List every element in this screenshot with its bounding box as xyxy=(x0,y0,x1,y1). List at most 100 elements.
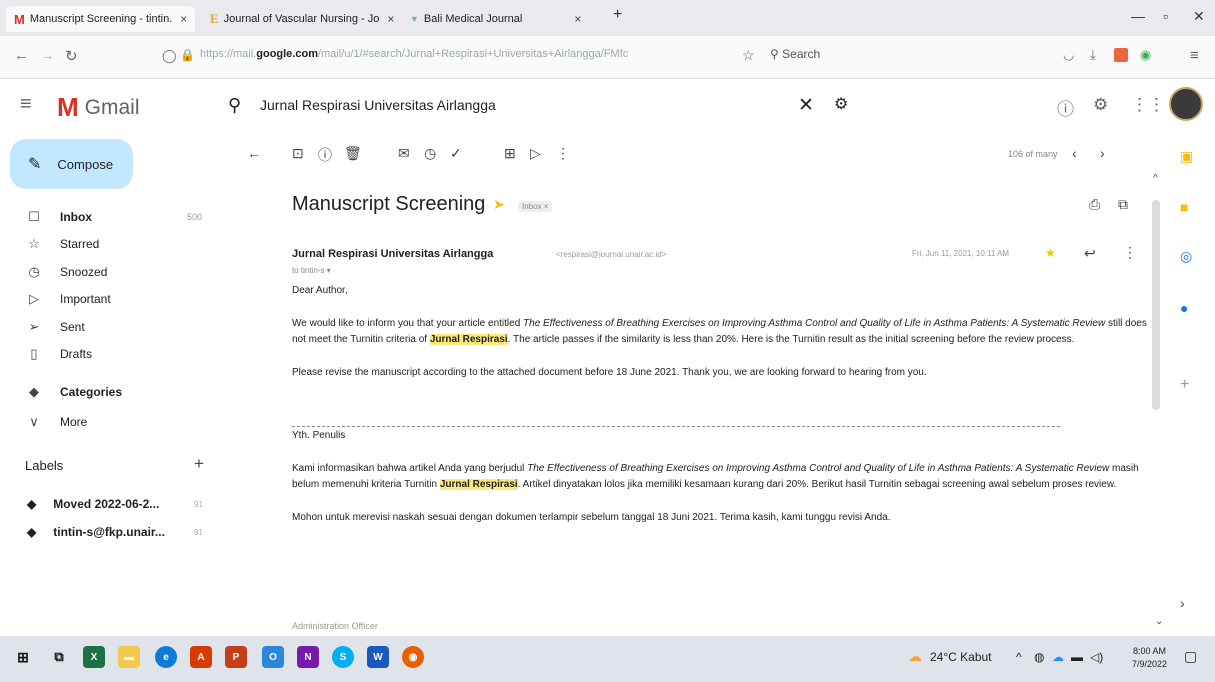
calendar-icon[interactable]: ▣ xyxy=(1180,148,1193,165)
mark-unread-icon[interactable]: ✉ xyxy=(398,145,410,162)
reply-icon[interactable]: ↩ xyxy=(1084,245,1096,262)
more-options-icon[interactable]: ⋮ xyxy=(556,145,570,162)
apps-grid-icon[interactable]: ⋮⋮ xyxy=(1131,95,1165,115)
sender-name[interactable]: Jurnal Respirasi Universitas Airlangga xyxy=(292,248,493,260)
inbox-label-chip[interactable]: Inbox × xyxy=(518,201,553,212)
back-icon[interactable]: ← xyxy=(14,47,29,64)
close-tab-icon[interactable]: × xyxy=(180,12,187,26)
move-to-icon[interactable]: ⊞ xyxy=(504,145,516,162)
star-icon[interactable]: ★ xyxy=(1045,246,1056,260)
sidebar-item-starred[interactable]: ☆ Starred xyxy=(0,232,215,255)
newer-icon[interactable]: ‹ xyxy=(1072,145,1077,161)
message-more-icon[interactable]: ⋮ xyxy=(1123,244,1137,261)
scroll-up-icon[interactable]: ^ xyxy=(1153,173,1158,184)
recipient-line[interactable]: to tintin-s ▾ xyxy=(292,266,331,275)
print-icon[interactable]: ⎙ xyxy=(1089,196,1100,213)
label-item[interactable]: ◆ Moved 2022-06-2... 91 xyxy=(0,494,203,514)
download-icon[interactable]: ⤓ xyxy=(1090,47,1096,63)
clear-search-icon[interactable]: ✕ xyxy=(798,94,814,117)
keep-icon[interactable]: ■ xyxy=(1180,199,1188,215)
word-icon[interactable]: W xyxy=(367,646,389,668)
restore-icon[interactable]: ▫ xyxy=(1163,8,1168,24)
notifications-icon[interactable]: ▢ xyxy=(1184,648,1197,665)
label-tag-icon[interactable]: ▷ xyxy=(530,145,541,162)
sidebar-item-categories[interactable]: ◆ Categories xyxy=(0,380,215,403)
archive-icon[interactable]: ⊡ xyxy=(292,145,304,162)
extension-green-icon[interactable]: ◉ xyxy=(1140,47,1151,63)
powerpoint-icon[interactable]: P xyxy=(225,646,247,668)
app-menu-icon[interactable]: ≡ xyxy=(1190,47,1199,64)
close-tab-icon[interactable]: × xyxy=(574,12,581,26)
browser-search-box[interactable]: ⚲ Search xyxy=(770,47,820,61)
tab-manuscript-screening[interactable]: M Manuscript Screening - tintin. × xyxy=(6,6,196,32)
search-options-icon[interactable]: ⚙ xyxy=(834,94,848,114)
contacts-icon[interactable]: ● xyxy=(1180,300,1188,316)
important-marker-icon[interactable]: ➤ xyxy=(493,196,505,213)
tray-expand-icon[interactable]: ^ xyxy=(1016,650,1022,664)
label-icon: ◆ xyxy=(29,383,39,399)
tray-app-icon[interactable]: ◍ xyxy=(1034,650,1044,664)
scrollbar[interactable] xyxy=(1152,200,1160,410)
weather-text[interactable]: 24°C Kabut xyxy=(930,650,992,664)
avatar[interactable] xyxy=(1169,87,1203,121)
tasks-icon[interactable]: ◎ xyxy=(1180,248,1192,265)
gear-icon[interactable]: ⚙ xyxy=(1093,95,1108,115)
tab-bali-medical-journal[interactable]: ▼ Bali Medical Journal × xyxy=(410,6,595,32)
volume-icon[interactable]: ◁) xyxy=(1090,650,1103,664)
network-icon[interactable]: ▬ xyxy=(1071,650,1083,664)
sidebar-item-sent[interactable]: ➢ Sent xyxy=(0,315,215,338)
main-menu-icon[interactable]: ≡ xyxy=(20,93,32,116)
star-icon: ☆ xyxy=(28,235,40,251)
minimize-icon[interactable]: — xyxy=(1131,8,1145,24)
search-icon[interactable]: ⚲ xyxy=(228,95,241,116)
report-spam-icon[interactable]: ⓘ xyxy=(318,145,332,165)
sidebar-item-more[interactable]: ∨ More xyxy=(0,410,215,433)
help-icon[interactable]: ⓘ xyxy=(1057,95,1074,120)
mail-search-input[interactable]: Jurnal Respirasi Universitas Airlangga xyxy=(260,97,496,113)
windows-start-icon[interactable]: ⊞ xyxy=(12,646,34,668)
pocket-icon[interactable]: ◡ xyxy=(1063,47,1074,63)
sidebar-item-important[interactable]: ▷ Important xyxy=(0,287,215,310)
close-tab-icon[interactable]: × xyxy=(387,12,394,26)
tab-journal-vascular-nursing[interactable]: E Journal of Vascular Nursing - Jo × xyxy=(210,6,394,32)
weather-icon[interactable]: ☁ xyxy=(908,648,922,665)
task-view-icon[interactable]: ⧉ xyxy=(48,646,70,668)
file-explorer-icon[interactable]: ▬ xyxy=(118,646,140,668)
address-bar[interactable]: https://mail.google.com/mail/u/1/#search… xyxy=(200,48,740,60)
delete-icon[interactable]: 🗑 xyxy=(344,145,362,162)
scroll-down-icon[interactable]: ⌄ xyxy=(1155,616,1163,627)
sidebar-item-drafts[interactable]: ▯ Drafts xyxy=(0,342,215,365)
greeting-en: Dear Author, xyxy=(292,285,348,296)
add-task-icon[interactable]: ✓ xyxy=(450,145,462,162)
add-addon-icon[interactable]: + xyxy=(1180,376,1189,394)
close-window-icon[interactable]: ✕ xyxy=(1193,8,1205,25)
expand-panel-icon[interactable]: › xyxy=(1180,595,1185,611)
system-clock[interactable]: 8:00 AM 7/9/2022 xyxy=(1132,645,1167,671)
open-new-window-icon[interactable]: ⧉ xyxy=(1118,196,1128,213)
label-item[interactable]: ◆ tintin-s@fkp.unair... 91 xyxy=(0,522,203,542)
journal-highlight: Jurnal Respirasi xyxy=(429,334,508,345)
onenote-icon[interactable]: N xyxy=(297,646,319,668)
new-tab-button[interactable]: + xyxy=(613,6,622,24)
edge-icon[interactable]: e xyxy=(155,646,177,668)
reload-icon[interactable]: ↻ xyxy=(65,47,78,65)
outlook-icon[interactable]: O xyxy=(262,646,284,668)
firefox-icon[interactable]: ◉ xyxy=(402,646,424,668)
bookmark-star-icon[interactable]: ☆ xyxy=(742,47,755,64)
sidebar-item-inbox[interactable]: ☐ Inbox 500 xyxy=(0,205,215,228)
forward-icon[interactable]: → xyxy=(40,47,55,64)
sidebar-item-snoozed[interactable]: ◷ Snoozed xyxy=(0,260,215,283)
compose-button[interactable]: ✎ Compose xyxy=(10,139,133,189)
snooze-icon[interactable]: ◷ xyxy=(424,145,436,162)
onedrive-icon[interactable]: ☁ xyxy=(1052,650,1064,664)
sidebar-item-label: Drafts xyxy=(60,346,93,361)
add-label-icon[interactable]: + xyxy=(194,454,204,474)
back-to-list-icon[interactable]: ← xyxy=(247,145,261,161)
gmail-header: ≡ M Gmail ⚲ Jurnal Respirasi Universitas… xyxy=(0,78,1215,134)
older-icon[interactable]: › xyxy=(1100,145,1105,161)
excel-icon[interactable]: X xyxy=(83,646,105,668)
extension-icon[interactable] xyxy=(1114,48,1128,62)
gmail-logo[interactable]: M Gmail xyxy=(57,92,140,123)
skype-icon[interactable]: S xyxy=(332,646,354,668)
access-icon[interactable]: A xyxy=(190,646,212,668)
